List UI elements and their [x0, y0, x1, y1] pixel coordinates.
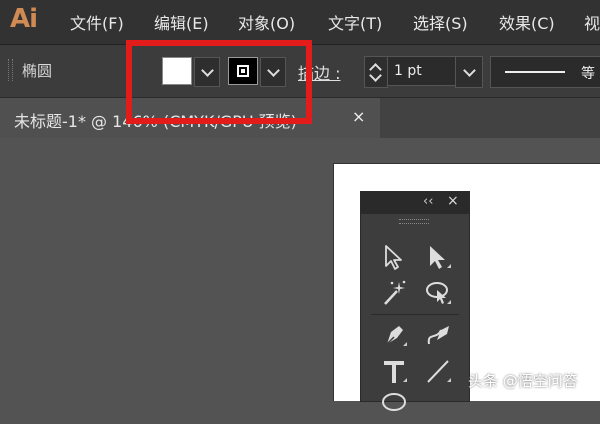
- watermark: 头条 @悟空问答: [468, 372, 578, 390]
- stroke-label[interactable]: 描边 :: [298, 60, 340, 84]
- chevron-down-icon: [266, 63, 280, 77]
- menu-type[interactable]: 文字(T): [328, 10, 382, 34]
- tools-panel: ‹‹ ×: [360, 191, 470, 411]
- close-icon[interactable]: ×: [352, 107, 365, 126]
- menu-bar: Ai 文件(F) 编辑(E) 对象(O) 文字(T) 选择(S) 效果(C) 视: [0, 0, 600, 45]
- menu-select[interactable]: 选择(S): [413, 10, 468, 34]
- stroke-profile-select[interactable]: 等: [490, 56, 600, 88]
- chevron-down-icon: [200, 63, 214, 77]
- close-icon[interactable]: ×: [447, 193, 459, 209]
- stroke-weight-dropdown[interactable]: [455, 56, 483, 88]
- current-tool-name: 椭圆: [22, 62, 53, 80]
- line-segment-tool-icon[interactable]: [423, 356, 453, 386]
- chevron-down-icon: [462, 63, 476, 77]
- tool-separator: [371, 314, 459, 315]
- stroke-weight-input[interactable]: 1 pt: [387, 56, 461, 86]
- document-tab-title: 未标题-1* @ 146% (CMYK/GPU 预览): [14, 112, 297, 131]
- direct-selection-tool-icon[interactable]: [423, 242, 453, 272]
- menu-edit[interactable]: 编辑(E): [154, 10, 209, 34]
- lasso-tool-icon[interactable]: [423, 278, 453, 308]
- collapse-panel-icon[interactable]: ‹‹: [423, 194, 433, 209]
- stroke-profile-label: 等: [581, 66, 595, 82]
- stroke-profile-preview: [505, 71, 565, 73]
- stroke-dropdown-button[interactable]: [260, 57, 286, 87]
- type-tool-icon[interactable]: [379, 356, 409, 386]
- selection-tool-icon[interactable]: [379, 242, 409, 272]
- stroke-weight-stepper[interactable]: [364, 56, 388, 88]
- app-logo: Ai: [10, 4, 38, 34]
- control-bar-grip[interactable]: [8, 59, 13, 81]
- pen-tool-icon[interactable]: [379, 320, 409, 350]
- fill-color-swatch[interactable]: [162, 57, 192, 85]
- ellipse-tool-icon[interactable]: [379, 390, 409, 420]
- stroke-icon: [237, 65, 249, 77]
- document-tab[interactable]: 未标题-1* @ 146% (CMYK/GPU 预览) ×: [0, 98, 380, 138]
- menu-effect[interactable]: 效果(C): [499, 10, 555, 34]
- stroke-color-swatch[interactable]: [228, 57, 258, 85]
- menu-view[interactable]: 视: [584, 10, 600, 34]
- tools-panel-header[interactable]: ‹‹ ×: [361, 192, 469, 214]
- fill-dropdown-button[interactable]: [194, 57, 220, 87]
- document-tab-bar: 未标题-1* @ 146% (CMYK/GPU 预览) ×: [0, 98, 600, 138]
- menu-object[interactable]: 对象(O): [238, 10, 295, 34]
- curvature-tool-icon[interactable]: [423, 320, 453, 350]
- menu-file[interactable]: 文件(F): [70, 10, 124, 34]
- magic-wand-tool-icon[interactable]: [379, 278, 409, 308]
- panel-grip[interactable]: [399, 219, 429, 224]
